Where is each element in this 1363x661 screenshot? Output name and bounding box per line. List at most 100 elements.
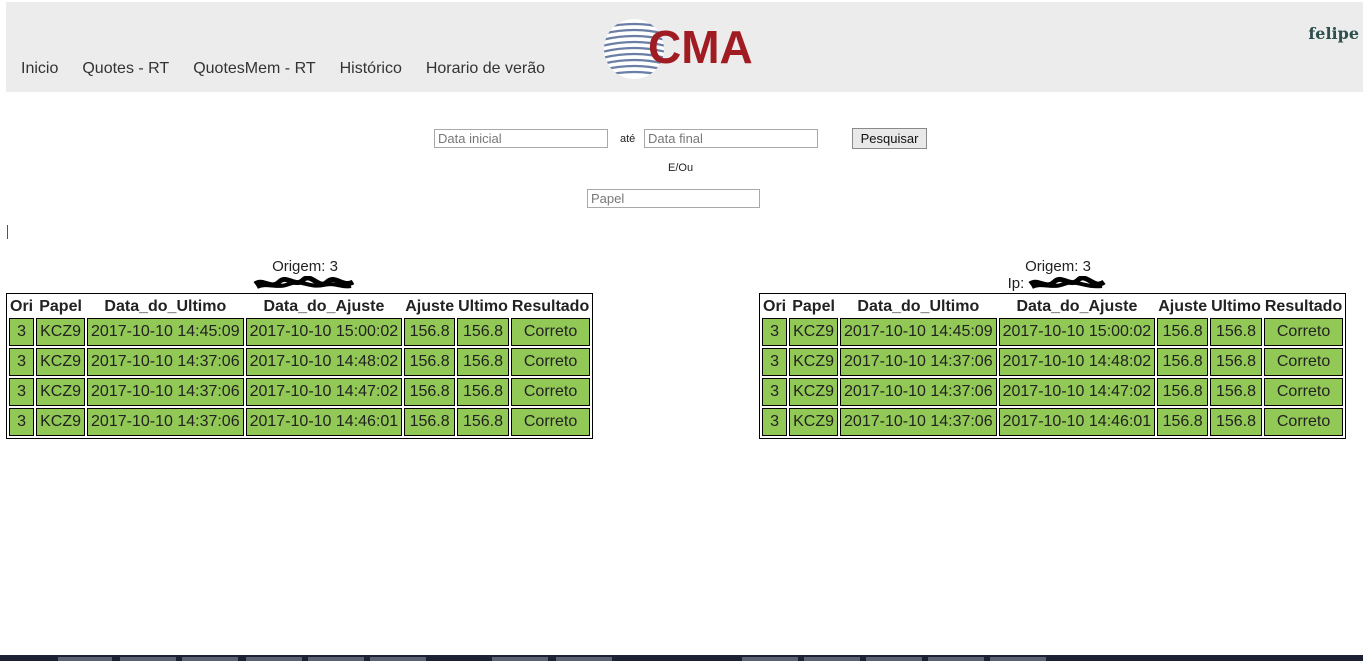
- taskbar-button[interactable]: [866, 657, 922, 661]
- table-header-row: Ori Papel Data_do_Ultimo Data_do_Ajuste …: [9, 296, 590, 316]
- cell: 3: [9, 378, 35, 406]
- results-table: Ori Papel Data_do_Ultimo Data_do_Ajuste …: [759, 293, 1347, 439]
- panel-origin: Origem: 3: [272, 258, 338, 275]
- col-data-ajuste: Data_do_Ajuste: [263, 298, 385, 315]
- ip-label: Ip:: [1007, 275, 1025, 292]
- col-data-ajuste: Data_do_Ajuste: [1016, 298, 1138, 315]
- end-date-input[interactable]: [644, 129, 818, 148]
- start-date-input[interactable]: [434, 129, 608, 148]
- taskbar-button[interactable]: [308, 657, 364, 661]
- search-row: até Pesquisar: [0, 128, 1363, 150]
- paper-input[interactable]: [587, 189, 760, 208]
- cell: 2017-10-10 15:00:02: [998, 318, 1156, 346]
- taskbar-button[interactable]: [246, 657, 302, 661]
- cell: KCZ9: [789, 348, 839, 376]
- nav-quotesmem-rt[interactable]: QuotesMem - RT: [193, 60, 315, 78]
- cell: KCZ9: [789, 408, 839, 436]
- cell: 2017-10-10 14:37:06: [840, 378, 997, 406]
- cell: 156.8: [1157, 318, 1209, 346]
- redacted-scribble: [253, 276, 355, 289]
- cell: Correto: [510, 318, 591, 346]
- taskbar-button[interactable]: [742, 657, 798, 661]
- result-panel-left: Origem: 3 Ori Papel Data_do_Ultimo Data_…: [6, 258, 604, 439]
- cell: 3: [762, 378, 788, 406]
- cell: 2017-10-10 14:37:06: [840, 348, 997, 376]
- cell: Correto: [510, 378, 591, 406]
- cell: Correto: [510, 348, 591, 376]
- cell: 3: [9, 318, 35, 346]
- cell: 2017-10-10 14:46:01: [245, 408, 403, 436]
- taskbar-button[interactable]: [370, 657, 426, 661]
- table-row: 3 KCZ9 2017-10-10 14:37:06 2017-10-10 14…: [9, 408, 591, 436]
- table-row: 3 KCZ9 2017-10-10 14:37:06 2017-10-10 14…: [762, 408, 1344, 436]
- taskbar-button[interactable]: [928, 657, 984, 661]
- and-or-label: E/Ou: [668, 162, 694, 174]
- cell: 156.8: [1157, 408, 1209, 436]
- redacted-scribble: [1028, 276, 1106, 289]
- search-button[interactable]: Pesquisar: [852, 128, 927, 149]
- result-panel-right: Origem: 3 Ip: Ori Papel Data_do_Ultimo D…: [759, 258, 1357, 439]
- col-ultimo: Ultimo: [1211, 298, 1261, 315]
- nav-horario-verao[interactable]: Horario de verão: [426, 60, 545, 78]
- top-header: Inicio Quotes - RT QuotesMem - RT Histór…: [6, 2, 1363, 92]
- col-resultado: Resultado: [511, 298, 590, 315]
- user-name[interactable]: felipe: [1308, 24, 1359, 43]
- cell: 3: [9, 348, 35, 376]
- taskbar-button[interactable]: [58, 657, 112, 661]
- table-row: 3 KCZ9 2017-10-10 14:37:06 2017-10-10 14…: [9, 378, 591, 406]
- col-ajuste: Ajuste: [1158, 298, 1208, 315]
- table-row: 3 KCZ9 2017-10-10 14:45:09 2017-10-10 15…: [762, 318, 1344, 346]
- taskbar-button[interactable]: [804, 657, 860, 661]
- results-table: Ori Papel Data_do_Ultimo Data_do_Ajuste …: [6, 293, 594, 439]
- cell: Correto: [1263, 318, 1344, 346]
- cell: KCZ9: [36, 348, 86, 376]
- cell: 156.8: [457, 318, 509, 346]
- cell: KCZ9: [36, 408, 86, 436]
- cell: 156.8: [1210, 318, 1262, 346]
- cell: 3: [762, 348, 788, 376]
- main-nav: Inicio Quotes - RT QuotesMem - RT Histór…: [21, 60, 545, 78]
- nav-quotes-rt[interactable]: Quotes - RT: [82, 60, 169, 78]
- taskbar-button[interactable]: [492, 657, 548, 661]
- col-ajuste: Ajuste: [405, 298, 455, 315]
- col-ori: Ori: [10, 298, 34, 315]
- cell: 156.8: [1210, 348, 1262, 376]
- taskbar-button[interactable]: [556, 657, 612, 661]
- cell: 2017-10-10 15:00:02: [245, 318, 403, 346]
- cell: 156.8: [457, 408, 509, 436]
- nav-historico[interactable]: Histórico: [340, 60, 402, 78]
- cell: 2017-10-10 14:48:02: [245, 348, 403, 376]
- taskbar-button[interactable]: [120, 657, 176, 661]
- cell: 156.8: [404, 348, 456, 376]
- cell: 2017-10-10 14:47:02: [245, 378, 403, 406]
- col-data-ultimo: Data_do_Ultimo: [857, 298, 980, 315]
- cell: KCZ9: [36, 378, 86, 406]
- nav-inicio[interactable]: Inicio: [21, 60, 58, 78]
- table-row: 3 KCZ9 2017-10-10 14:37:06 2017-10-10 14…: [762, 348, 1344, 376]
- cell: 2017-10-10 14:46:01: [998, 408, 1156, 436]
- cell: 3: [9, 408, 35, 436]
- cell: Correto: [510, 408, 591, 436]
- panel-origin: Origem: 3: [1025, 258, 1091, 275]
- cell: Correto: [1263, 378, 1344, 406]
- cell: 156.8: [457, 378, 509, 406]
- cell: KCZ9: [789, 318, 839, 346]
- cell: KCZ9: [36, 318, 86, 346]
- table-row: 3 KCZ9 2017-10-10 14:37:06 2017-10-10 14…: [9, 348, 591, 376]
- cell: 156.8: [1157, 378, 1209, 406]
- col-ori: Ori: [763, 298, 787, 315]
- cell: 3: [762, 318, 788, 346]
- cell: KCZ9: [789, 378, 839, 406]
- cell: 156.8: [457, 348, 509, 376]
- col-papel: Papel: [792, 298, 835, 315]
- taskbar-button[interactable]: [990, 657, 1046, 661]
- cell: 156.8: [1210, 408, 1262, 436]
- cell: Correto: [1263, 348, 1344, 376]
- panel-ip: [6, 275, 604, 292]
- between-label: até: [620, 133, 636, 145]
- cma-logo: CMA: [604, 19, 753, 79]
- col-data-ultimo: Data_do_Ultimo: [104, 298, 227, 315]
- cell: 156.8: [404, 408, 456, 436]
- cell: 156.8: [404, 318, 456, 346]
- taskbar-button[interactable]: [182, 657, 238, 661]
